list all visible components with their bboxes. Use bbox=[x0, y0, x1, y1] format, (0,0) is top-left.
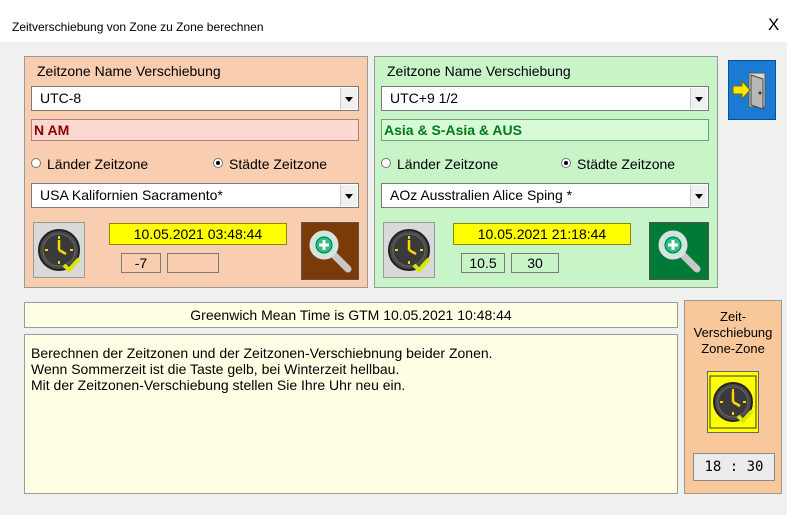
right-zone-name-box: Asia & S-Asia & AUS bbox=[381, 119, 709, 141]
right-zoom-button[interactable] bbox=[649, 222, 709, 280]
radio-selected-icon bbox=[561, 158, 571, 168]
right-radio-countries[interactable]: Länder Zeitzone bbox=[381, 156, 498, 172]
left-zone-name: N AM bbox=[34, 122, 70, 138]
left-radio-countries[interactable]: Länder Zeitzone bbox=[31, 156, 148, 172]
right-offset-minutes: 30 bbox=[511, 253, 559, 273]
zone-zone-header: Zeit- Verschiebung Zone-Zone bbox=[685, 309, 781, 357]
left-offset-minutes bbox=[167, 253, 219, 273]
left-datetime: 10.05.2021 03:48:44 bbox=[109, 223, 287, 245]
clock-check-icon bbox=[38, 229, 81, 273]
zone-zone-panel: Zeit- Verschiebung Zone-Zone 18 : 30 bbox=[684, 300, 782, 494]
close-button[interactable]: X bbox=[768, 16, 779, 33]
right-offset-hours: 10.5 bbox=[461, 253, 505, 273]
left-zone-select[interactable]: UTC-8 bbox=[31, 86, 359, 111]
zone-zone-header-line: Zeit- bbox=[720, 309, 746, 324]
chevron-down-icon[interactable] bbox=[690, 185, 707, 206]
right-location-select[interactable]: AOz Ausstralien Alice Sping * bbox=[381, 183, 709, 208]
left-location-select[interactable]: USA Kalifornien Sacramento* bbox=[31, 183, 359, 208]
left-radio-cities[interactable]: Städte Zeitzone bbox=[213, 156, 327, 172]
chevron-down-icon[interactable] bbox=[690, 88, 707, 109]
right-radio-cities[interactable]: Städte Zeitzone bbox=[561, 156, 675, 172]
info-line: Wenn Sommerzeit ist die Taste gelb, bei … bbox=[31, 361, 400, 377]
left-zone-select-value: UTC-8 bbox=[40, 90, 82, 106]
zone-zone-result: 18 : 30 bbox=[693, 453, 775, 481]
right-zone-name: Asia & S-Asia & AUS bbox=[384, 122, 522, 138]
zone-zone-header-line: Verschiebung bbox=[693, 325, 773, 340]
right-radio-cities-label: Städte Zeitzone bbox=[577, 156, 676, 172]
left-zoom-button[interactable] bbox=[301, 222, 359, 280]
app-window: Zeitverschiebung von Zone zu Zone berech… bbox=[0, 0, 787, 515]
clock-check-icon bbox=[388, 229, 431, 273]
chevron-down-icon[interactable] bbox=[340, 185, 357, 206]
left-zone-header: Zeitzone Name Verschiebung bbox=[37, 63, 221, 79]
right-zone-select[interactable]: UTC+9 1/2 bbox=[381, 86, 709, 111]
zone-zone-header-line: Zone-Zone bbox=[701, 341, 765, 356]
window-title: Zeitverschiebung von Zone zu Zone berech… bbox=[12, 20, 264, 34]
left-zone-panel: Zeitzone Name Verschiebung UTC-8 N AM Lä… bbox=[24, 56, 368, 288]
info-line: Berechnen der Zeitzonen und der Zeitzone… bbox=[31, 345, 493, 361]
radio-icon bbox=[31, 158, 41, 168]
exit-door-icon bbox=[732, 72, 766, 110]
left-clock-button[interactable] bbox=[33, 222, 85, 278]
exit-button[interactable] bbox=[728, 60, 776, 120]
left-radio-cities-label: Städte Zeitzone bbox=[229, 156, 328, 172]
right-radio-countries-label: Länder Zeitzone bbox=[397, 156, 499, 172]
clock-check-icon bbox=[709, 375, 757, 429]
info-line: Mit der Zeitzonen-Verschiebung stellen S… bbox=[31, 377, 406, 393]
right-zone-panel: Zeitzone Name Verschiebung UTC+9 1/2 Asi… bbox=[374, 56, 718, 288]
radio-selected-icon bbox=[213, 158, 223, 168]
left-zone-name-box: N AM bbox=[31, 119, 359, 141]
chevron-down-icon[interactable] bbox=[340, 88, 357, 109]
gmt-display: Greenwich Mean Time is GTM 10.05.2021 10… bbox=[24, 302, 678, 328]
right-datetime: 10.05.2021 21:18:44 bbox=[453, 223, 631, 245]
right-clock-button[interactable] bbox=[383, 222, 435, 278]
zoom-plus-icon bbox=[658, 230, 701, 273]
left-location-select-value: USA Kalifornien Sacramento* bbox=[40, 187, 223, 203]
info-text-box: Berechnen der Zeitzonen und der Zeitzone… bbox=[24, 334, 678, 494]
right-zone-header: Zeitzone Name Verschiebung bbox=[387, 63, 571, 79]
right-location-select-value: AOz Ausstralien Alice Sping * bbox=[390, 187, 573, 203]
left-radio-countries-label: Länder Zeitzone bbox=[47, 156, 149, 172]
left-offset-hours: -7 bbox=[121, 253, 161, 273]
radio-icon bbox=[381, 158, 391, 168]
title-bar: Zeitverschiebung von Zone zu Zone berech… bbox=[0, 0, 787, 42]
right-zone-select-value: UTC+9 1/2 bbox=[390, 90, 459, 106]
zone-zone-clock-button[interactable] bbox=[707, 371, 759, 433]
zoom-plus-icon bbox=[309, 230, 352, 273]
